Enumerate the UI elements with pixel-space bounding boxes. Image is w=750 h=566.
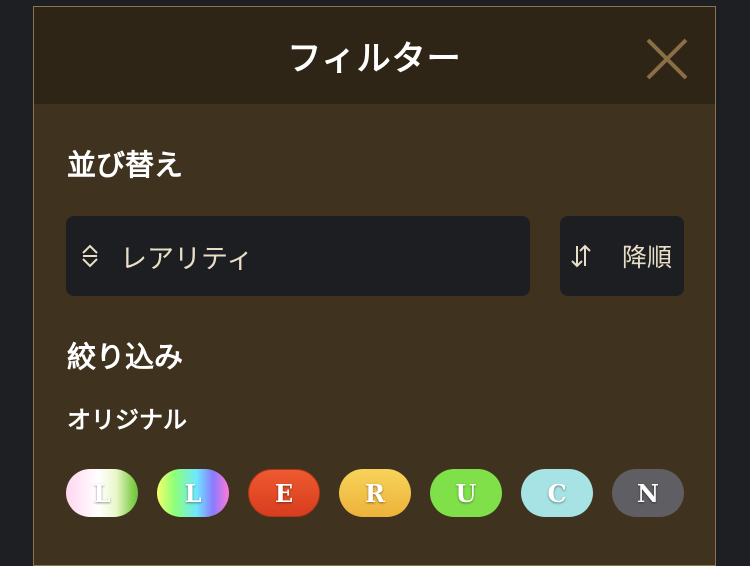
sort-order-label: 降順 (621, 243, 672, 272)
filter-section-title: 絞り込み (67, 340, 184, 374)
rarity-chip-c[interactable]: C (521, 469, 593, 517)
rarity-chip-e[interactable]: E (248, 469, 320, 517)
rarity-chip-l-rainbow[interactable]: L (157, 469, 229, 517)
rarity-chip-l-pastel[interactable]: L (66, 469, 138, 517)
swap-vertical-icon (570, 242, 592, 270)
dialog-title: フィルター (287, 39, 462, 79)
close-icon[interactable] (645, 37, 689, 81)
sort-select[interactable]: レアリティ (66, 216, 530, 296)
sort-order-button[interactable]: 降順 (560, 216, 684, 296)
sort-select-icon (80, 242, 100, 270)
rarity-chip-r[interactable]: R (339, 469, 411, 517)
rarity-chip-u[interactable]: U (430, 469, 502, 517)
filter-group-title: オリジナル (67, 406, 187, 434)
sort-select-value: レアリティ (120, 243, 254, 275)
rarity-chip-n[interactable]: N (612, 469, 684, 517)
filter-dialog: フィルター 並び替え レアリティ 降順 絞り込み オリジナル L L E R U… (33, 6, 716, 566)
sort-section-title: 並び替え (67, 148, 184, 182)
dialog-header: フィルター (34, 7, 715, 104)
rarity-chips: L L E R U C N (66, 469, 686, 519)
